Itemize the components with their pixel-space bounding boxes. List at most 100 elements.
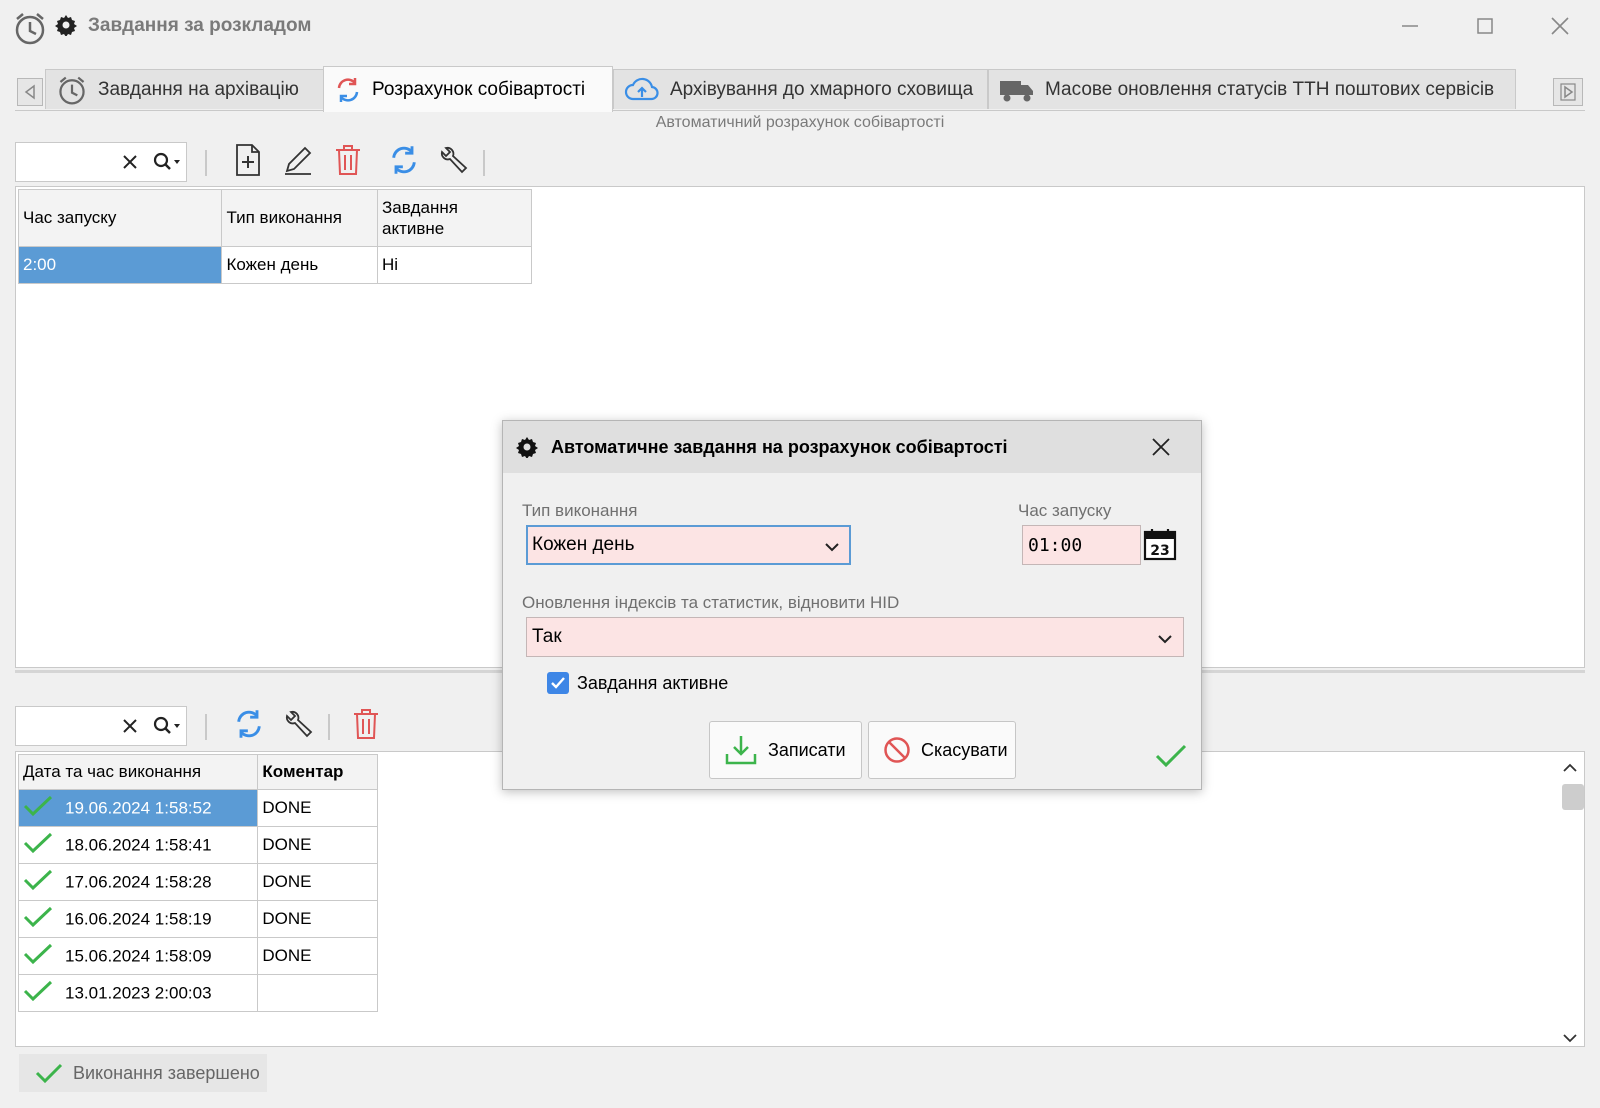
- table-row[interactable]: 16.06.2024 1:58:19 DONE: [17, 900, 378, 938]
- gear-icon: [516, 436, 538, 463]
- execution-log-grid: Дата та час виконання Коментар 19.06.202…: [17, 754, 378, 1012]
- checkmark-icon: [23, 979, 53, 1008]
- chevron-down-icon: [824, 538, 840, 560]
- column-header-task-active[interactable]: Завдання активне: [377, 189, 532, 247]
- refresh-button[interactable]: [387, 145, 421, 179]
- scroll-thumb[interactable]: [1562, 784, 1584, 810]
- log-delete-button[interactable]: [349, 708, 383, 745]
- tab-scroll-left-button[interactable]: [17, 78, 43, 106]
- cancel-label: Скасувати: [921, 739, 1008, 760]
- column-header-start-time[interactable]: Час запуску: [17, 189, 223, 247]
- search-input[interactable]: [15, 142, 187, 182]
- column-header-comment[interactable]: Коментар: [257, 754, 378, 790]
- execution-log-panel: Дата та час виконання Коментар 19.06.202…: [15, 751, 1585, 1047]
- tab-divider: [15, 110, 1585, 111]
- checkmark-icon: [1155, 743, 1187, 774]
- tab-archive-tasks[interactable]: Завдання на архівацію: [45, 69, 337, 109]
- scroll-down-icon[interactable]: [1562, 1028, 1578, 1049]
- cell-datetime[interactable]: 17.06.2024 1:58:28: [17, 863, 259, 901]
- toolbar-separator: [483, 150, 485, 176]
- checkmark-icon: [23, 831, 53, 860]
- table-row[interactable]: 15.06.2024 1:58:09 DONE: [17, 937, 378, 975]
- save-label: Записати: [768, 739, 846, 760]
- trash-icon: [352, 708, 380, 745]
- cell-start-time[interactable]: 2:00: [17, 246, 223, 284]
- search-icon[interactable]: [152, 151, 184, 178]
- cell-task-active[interactable]: Ні: [377, 246, 532, 284]
- index-update-label: Оновлення індексів та статистик, віднови…: [522, 593, 900, 612]
- calendar-icon[interactable]: 23: [1143, 527, 1177, 566]
- minimize-button[interactable]: [1386, 8, 1434, 44]
- checkmark-icon: [35, 1062, 63, 1084]
- table-row[interactable]: 19.06.2024 1:58:52 DONE: [17, 789, 378, 827]
- close-icon[interactable]: [1149, 435, 1173, 464]
- dialog-header: Автоматичне завдання на розрахунок собів…: [503, 421, 1201, 473]
- save-button[interactable]: Записати: [709, 721, 862, 779]
- cell-comment[interactable]: [257, 974, 378, 1012]
- start-time-input[interactable]: 01:00: [1022, 525, 1141, 565]
- close-window-button[interactable]: [1536, 8, 1584, 44]
- tab-mass-status-update[interactable]: Масове оновлення статусів ТТН поштових с…: [988, 69, 1516, 109]
- clear-icon[interactable]: [120, 716, 140, 741]
- column-header-execution-type[interactable]: Тип виконання: [221, 189, 379, 247]
- dialog-title: Автоматичне завдання на розрахунок собів…: [551, 437, 1008, 457]
- checkmark-icon: [23, 905, 53, 934]
- trash-icon: [334, 144, 362, 181]
- cell-datetime[interactable]: 18.06.2024 1:58:41: [17, 826, 259, 864]
- datetime-text: 13.01.2023 2:00:03: [65, 983, 212, 1002]
- search-icon[interactable]: [152, 715, 184, 742]
- cancel-button[interactable]: Скасувати: [868, 721, 1016, 779]
- execution-type-select[interactable]: Кожен день: [526, 525, 851, 565]
- status-bar: Виконання завершено: [19, 1054, 267, 1092]
- table-row[interactable]: 13.01.2023 2:00:03: [17, 974, 378, 1012]
- index-update-select[interactable]: Так: [526, 617, 1184, 657]
- execution-type-value: Кожен день: [532, 534, 635, 555]
- task-active-label[interactable]: Завдання активне: [577, 673, 728, 694]
- status-text: Виконання завершено: [73, 1062, 260, 1083]
- cell-datetime[interactable]: 15.06.2024 1:58:09: [17, 937, 259, 975]
- datetime-text: 18.06.2024 1:58:41: [65, 835, 212, 854]
- log-refresh-button[interactable]: [232, 709, 266, 743]
- tab-cost-calculation[interactable]: Розрахунок собівартості: [323, 66, 613, 112]
- wrench-icon: [283, 708, 315, 745]
- cell-comment[interactable]: DONE: [257, 826, 378, 864]
- cell-comment[interactable]: DONE: [257, 789, 378, 827]
- cell-datetime[interactable]: 19.06.2024 1:58:52: [17, 789, 259, 827]
- tab-cloud-archiving[interactable]: Архівування до хмарного сховища: [613, 69, 988, 109]
- scroll-up-icon[interactable]: [1562, 758, 1578, 779]
- tab-label: Завдання на архівацію: [98, 78, 299, 100]
- checkmark-icon: [23, 868, 53, 897]
- edit-record-button[interactable]: [281, 145, 315, 179]
- cell-comment[interactable]: DONE: [257, 937, 378, 975]
- start-time-label: Час запуску: [1018, 501, 1112, 520]
- refresh-icon: [334, 76, 362, 104]
- refresh-icon: [233, 708, 265, 745]
- start-time-value: 01:00: [1028, 534, 1083, 556]
- chevron-down-icon: [1157, 630, 1173, 652]
- settings-button[interactable]: [437, 145, 471, 179]
- prohibited-icon: [883, 736, 911, 764]
- tab-label: Архівування до хмарного сховища: [670, 78, 974, 100]
- execution-type-label: Тип виконання: [522, 501, 638, 520]
- task-active-checkbox[interactable]: [547, 672, 569, 694]
- schedule-grid: Час запуску Тип виконання Завдання актив…: [17, 189, 532, 284]
- cell-datetime[interactable]: 16.06.2024 1:58:19: [17, 900, 259, 938]
- log-settings-button[interactable]: [282, 709, 316, 743]
- log-scrollbar[interactable]: [1554, 752, 1584, 1046]
- cell-execution-type[interactable]: Кожен день: [221, 246, 379, 284]
- delete-record-button[interactable]: [331, 144, 365, 181]
- table-row[interactable]: 17.06.2024 1:58:28 DONE: [17, 863, 378, 901]
- table-row[interactable]: 2:00 Кожен день Ні: [17, 246, 532, 284]
- column-header-datetime[interactable]: Дата та час виконання: [17, 754, 259, 790]
- wrench-icon: [438, 144, 470, 181]
- table-row[interactable]: 18.06.2024 1:58:41 DONE: [17, 826, 378, 864]
- clear-icon[interactable]: [120, 152, 140, 177]
- add-record-button[interactable]: [231, 143, 265, 179]
- tab-scroll-right-button[interactable]: [1553, 78, 1583, 106]
- cell-datetime[interactable]: 13.01.2023 2:00:03: [17, 974, 259, 1012]
- cell-comment[interactable]: DONE: [257, 900, 378, 938]
- tab-bar: Завдання на архівацію Розрахунок собівар…: [15, 66, 1585, 112]
- cell-comment[interactable]: DONE: [257, 863, 378, 901]
- log-search-input[interactable]: [15, 706, 187, 746]
- maximize-button[interactable]: [1461, 8, 1509, 44]
